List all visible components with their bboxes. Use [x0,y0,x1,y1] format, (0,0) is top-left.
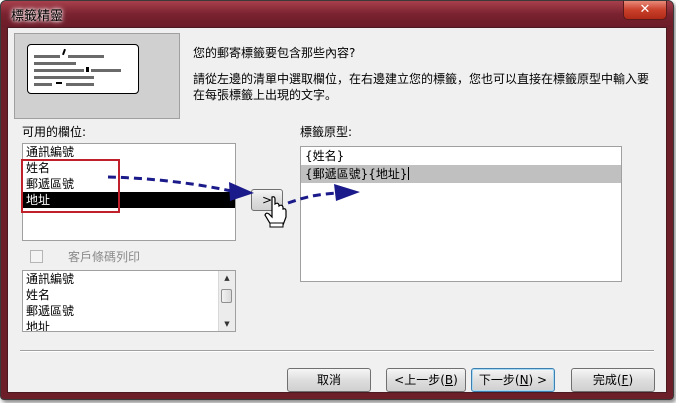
barcode-field-item[interactable]: 地址 [23,319,235,331]
available-field-item[interactable]: 郵遞區號 [23,176,235,192]
prototype-line-text: {姓名} [305,149,345,163]
instruction-line-1: 請從左邊的清單中選取欄位，在右邊建立您的標籤，您也可以直接在標籤原型中輸入要 [193,72,650,86]
scroll-thumb[interactable] [221,289,232,303]
label-card-icon [27,44,139,94]
footer-separator [20,350,654,352]
instruction-question: 您的郵寄標籤要包含那些內容? [193,46,356,60]
prototype-line[interactable]: {姓名} [301,147,621,165]
prototype-label: 標籤原型: [300,125,353,139]
cancel-button[interactable]: 取消 [287,368,371,392]
window-title: 標籤精靈 [11,9,64,24]
finish-button[interactable]: 完成(F) [571,368,655,392]
barcode-fields-list[interactable]: 通訊編號 姓名 郵遞區號 地址 ▲ ▼ [22,270,236,332]
available-field-item[interactable]: 姓名 [23,160,235,176]
scroll-down-arrow-icon[interactable]: ▼ [219,317,235,331]
title-bar[interactable]: 標籤精靈 ✕ [1,1,673,27]
instruction-line-2: 在每張標籤上出現的文字。 [193,88,338,102]
label-preview-illustration [14,33,180,119]
add-field-button[interactable]: > [251,189,283,211]
available-field-item-selected[interactable]: 地址 [23,192,235,208]
prototype-line-text: {郵遞區號}{地址} [305,167,408,181]
available-fields-list[interactable]: 通訊編號 姓名 郵遞區號 地址 [22,143,236,241]
text-caret [407,167,409,180]
wizard-body: 您的郵寄標籤要包含那些內容? 請從左邊的清單中選取欄位，在右邊建立您的標籤，您也… [7,27,667,393]
barcode-checkbox[interactable] [30,250,43,263]
available-field-item[interactable]: 通訊編號 [23,144,235,160]
barcode-field-item[interactable]: 通訊編號 [23,271,235,287]
barcode-field-item[interactable]: 郵遞區號 [23,303,235,319]
scroll-up-arrow-icon[interactable]: ▲ [219,271,235,285]
close-button[interactable]: ✕ [623,1,667,20]
prototype-line-highlighted[interactable]: {郵遞區號}{地址} [301,165,621,183]
back-button[interactable]: <上一步(B) [386,368,466,392]
available-fields-label: 可用的欄位: [22,125,87,139]
label-wizard-window: 標籤精靈 ✕ 您的郵寄標籤要包含那些內容? 請從左邊的清單中選取欄位，在右邊建立… [0,0,674,400]
next-button[interactable]: 下一步(N) > [471,368,555,392]
barcode-list-scrollbar[interactable]: ▲ ▼ [218,271,235,331]
barcode-field-item[interactable]: 姓名 [23,287,235,303]
barcode-checkbox-label: 客戶條碼列印 [68,250,141,264]
label-prototype-editor[interactable]: {姓名} {郵遞區號}{地址} [300,146,622,282]
